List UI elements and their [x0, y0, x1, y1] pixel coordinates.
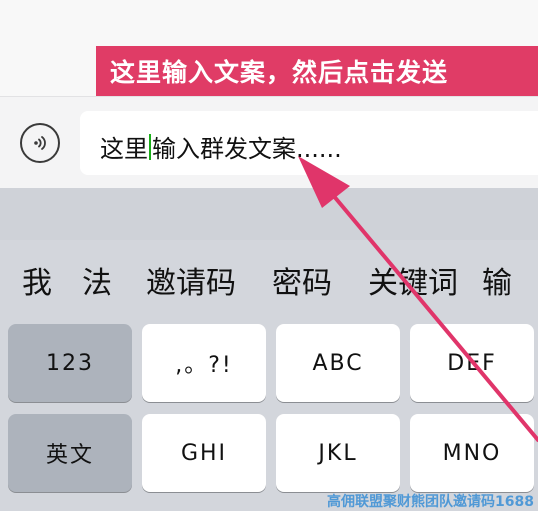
text-after-caret: 输入群发文案......: [152, 135, 342, 163]
key-abc[interactable]: ABC: [276, 324, 400, 402]
keyboard-toolbar-strip: [0, 188, 538, 240]
candidate-word[interactable]: 密码: [236, 258, 332, 302]
candidate-word[interactable]: 输: [458, 258, 512, 302]
annotation-banner-text: 这里输入文案，然后点击发送: [110, 58, 449, 87]
candidate-word[interactable]: 关键词: [332, 258, 458, 302]
key-label: ABC: [312, 350, 364, 376]
key-label: GHI: [180, 440, 228, 466]
key-mno[interactable]: MNO: [410, 414, 534, 492]
keyboard: 我 法 邀请码 密码 关键词 输 123 ,。?! ABC DEF 英文 GHI…: [0, 240, 538, 511]
key-label: MNO: [442, 440, 502, 466]
key-jkl[interactable]: JKL: [276, 414, 400, 492]
candidate-word[interactable]: 法: [52, 258, 112, 302]
key-123[interactable]: 123: [8, 324, 132, 402]
key-label: ,。?!: [175, 353, 233, 378]
key-english[interactable]: 英文: [8, 414, 132, 492]
key-punctuation[interactable]: ,。?!: [142, 324, 266, 402]
voice-input-button[interactable]: [20, 123, 60, 163]
key-def[interactable]: DEF: [410, 324, 534, 402]
candidate-bar: 我 法 邀请码 密码 关键词 输: [0, 240, 538, 320]
candidate-word[interactable]: 邀请码: [112, 258, 236, 302]
key-label: DEF: [447, 350, 497, 376]
key-label: JKL: [318, 440, 358, 466]
watermark-text: 高佣联盟聚财熊团队邀请码1688: [327, 494, 534, 510]
key-label: 123: [46, 350, 94, 376]
text-caret: [149, 133, 151, 160]
candidate-word[interactable]: 我: [0, 258, 52, 302]
annotation-banner: 这里输入文案，然后点击发送: [96, 46, 538, 96]
key-ghi[interactable]: GHI: [142, 414, 266, 492]
voice-input-icon: [34, 136, 46, 150]
key-label: 英文: [45, 443, 94, 468]
message-text-content: 这里 输入群发文案......: [100, 129, 342, 164]
message-text-field[interactable]: 这里 输入群发文案......: [80, 111, 538, 175]
text-before-caret: 这里: [100, 135, 148, 163]
message-input-bar: 这里 输入群发文案......: [0, 96, 538, 189]
